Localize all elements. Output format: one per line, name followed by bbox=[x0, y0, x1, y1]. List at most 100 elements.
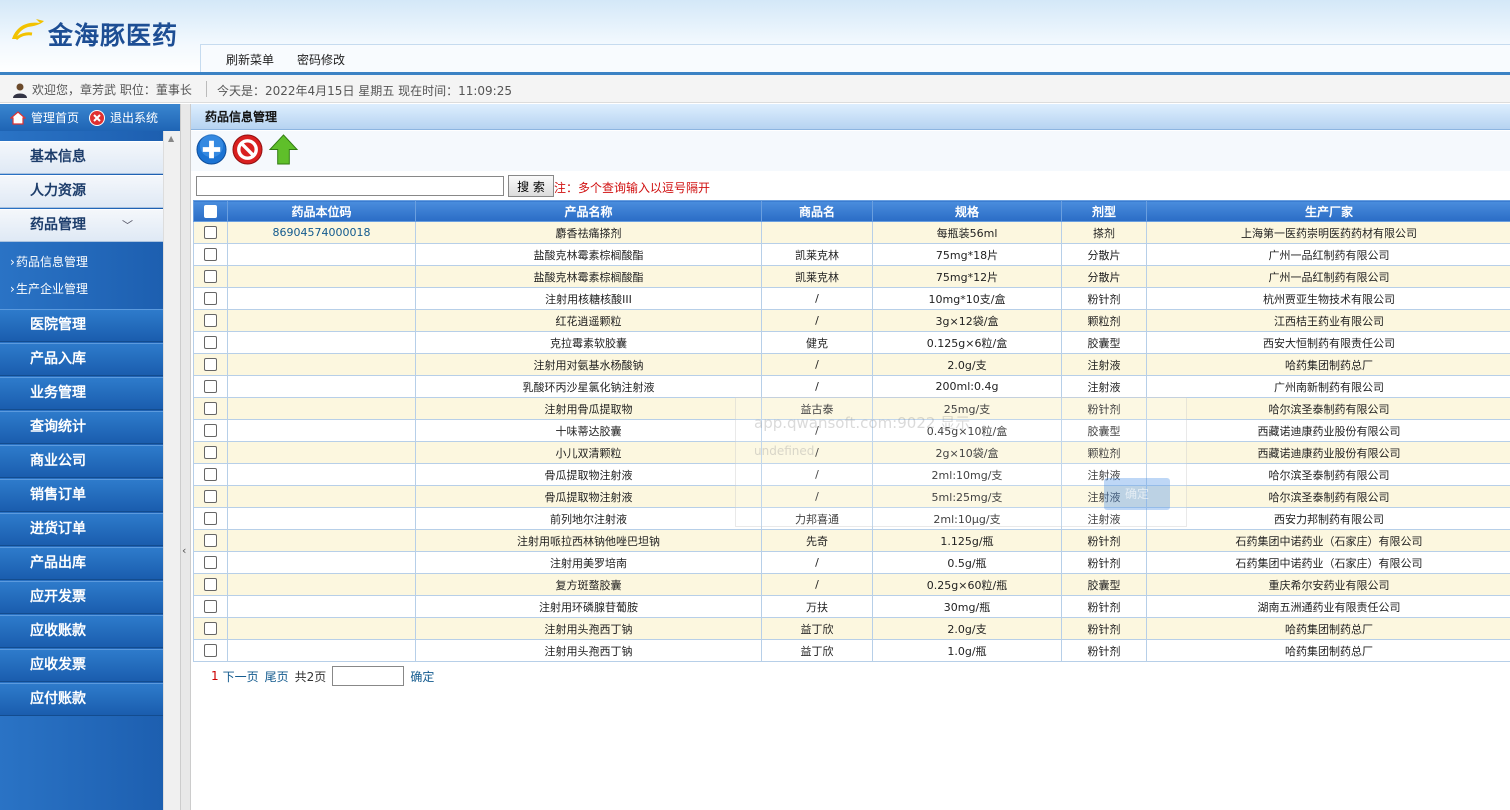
menu-product-outbound[interactable]: 产品出库 bbox=[0, 547, 163, 580]
table-row[interactable]: 注射用头孢西丁钠 益丁欣 1.0g/瓶 粉针剂 哈药集团制药总厂 bbox=[193, 639, 1510, 662]
search-input[interactable] bbox=[196, 176, 504, 196]
datetime-text: 今天是：2022年4月15日 星期五 现在时间：11:09:25 bbox=[217, 84, 512, 98]
table-row[interactable]: 注射用环磷腺苷葡胺 万扶 30mg/瓶 粉针剂 湖南五洲通药业有限责任公司 bbox=[193, 595, 1510, 618]
table-row[interactable]: 克拉霉素软胶囊 健克 0.125g×6粒/盒 胶囊型 西安大恒制药有限责任公司 bbox=[193, 331, 1510, 354]
row-checkbox[interactable] bbox=[204, 490, 217, 504]
cell-spec: 30mg/瓶 bbox=[872, 595, 1062, 618]
menu-invoice-to-issue[interactable]: 应开发票 bbox=[0, 581, 163, 614]
row-select-cell bbox=[193, 287, 228, 310]
cell-drug-code: 86904574000018 bbox=[227, 221, 416, 244]
submenu-drug-info[interactable]: 药品信息管理 bbox=[0, 249, 163, 276]
up-arrow-icon[interactable] bbox=[268, 134, 299, 165]
row-checkbox[interactable] bbox=[204, 468, 217, 482]
cell-manufacturer: 哈尔滨圣泰制药有限公司 bbox=[1146, 485, 1510, 508]
cell-drug-code bbox=[227, 287, 416, 310]
row-checkbox[interactable] bbox=[204, 402, 217, 416]
table-row[interactable]: 注射用哌拉西林钠他唑巴坦钠 先奇 1.125g/瓶 粉针剂 石药集团中诺药业（石家庄）有… bbox=[193, 529, 1510, 552]
row-checkbox[interactable] bbox=[204, 292, 217, 306]
last-page-link[interactable]: 尾页 bbox=[265, 668, 289, 685]
row-checkbox[interactable] bbox=[204, 578, 217, 592]
cell-spec: 0.25g×60粒/瓶 bbox=[872, 573, 1062, 596]
row-checkbox[interactable] bbox=[204, 358, 217, 372]
search-button[interactable]: 搜 索 bbox=[508, 175, 554, 197]
menu-query-stats[interactable]: 查询统计 bbox=[0, 411, 163, 444]
add-icon[interactable] bbox=[196, 134, 227, 165]
table-row[interactable]: 盐酸克林霉素棕榈酸酯 凯莱克林 75mg*12片 分散片 广州一品红制药有限公司 bbox=[193, 265, 1510, 288]
table-row[interactable]: 注射用美罗培南/0.5g/瓶 粉针剂 石药集团中诺药业（石家庄）有限公司 bbox=[193, 551, 1510, 574]
row-checkbox[interactable] bbox=[204, 270, 217, 284]
cell-product-name: 骨瓜提取物注射液 bbox=[415, 463, 762, 486]
row-checkbox[interactable] bbox=[204, 380, 217, 394]
sidebar-scrollbar[interactable]: ▲ bbox=[163, 131, 180, 810]
row-checkbox[interactable] bbox=[204, 512, 217, 526]
row-checkbox[interactable] bbox=[204, 424, 217, 438]
cell-manufacturer: 上海第一医药崇明医药药材有限公司 bbox=[1146, 221, 1510, 244]
cell-brand-name: / bbox=[761, 287, 873, 310]
col-spec[interactable]: 规格 bbox=[872, 200, 1062, 222]
row-select-cell bbox=[193, 353, 228, 376]
col-manufacturer[interactable]: 生产厂家 bbox=[1146, 200, 1510, 222]
table-row[interactable]: 乳酸环丙沙星氯化钠注射液/200ml:0.4g 注射液 广州南新制药有限公司 bbox=[193, 375, 1510, 398]
table-row[interactable]: 注射用对氨基水杨酸钠/2.0g/支 注射液 哈药集团制药总厂 bbox=[193, 353, 1510, 376]
cell-brand-name: 健克 bbox=[761, 331, 873, 354]
change-password-link[interactable]: 密码修改 bbox=[297, 51, 345, 68]
cell-drug-code bbox=[227, 309, 416, 332]
menu-business[interactable]: 业务管理 bbox=[0, 377, 163, 410]
select-all-checkbox[interactable] bbox=[204, 205, 217, 218]
menu-hospital[interactable]: 医院管理 bbox=[0, 309, 163, 342]
table-row[interactable]: 注射用核糖核酸III/10mg*10支/盒 粉针剂 杭州贾亚生物技术有限公司 bbox=[193, 287, 1510, 310]
page-jump-confirm[interactable]: 确定 bbox=[410, 668, 434, 685]
cell-manufacturer: 西藏诺迪康药业股份有限公司 bbox=[1146, 441, 1510, 464]
table-row[interactable]: 86904574000018 麝香祛痛搽剂 每瓶装56ml 搽剂 上海第一医药崇明医药药… bbox=[193, 221, 1510, 244]
col-dosage-form[interactable]: 剂型 bbox=[1061, 200, 1147, 222]
refresh-menu-link[interactable]: 刷新菜单 bbox=[226, 51, 274, 68]
menu-drug-management[interactable]: 药品管理 ﹀ bbox=[0, 209, 163, 242]
scroll-up-icon[interactable]: ▲ bbox=[168, 134, 174, 143]
submenu-manufacturer[interactable]: 生产企业管理 bbox=[0, 276, 163, 303]
menu-human-resources[interactable]: 人力资源 bbox=[0, 175, 163, 208]
col-product-name[interactable]: 产品名称 bbox=[415, 200, 762, 222]
cell-product-name: 注射用核糖核酸III bbox=[415, 287, 762, 310]
menu-basic-info[interactable]: 基本信息 bbox=[0, 141, 163, 174]
collapse-arrow-icon[interactable]: ‹ bbox=[182, 544, 186, 557]
row-checkbox[interactable] bbox=[204, 644, 217, 658]
delete-icon[interactable] bbox=[232, 134, 263, 165]
row-checkbox[interactable] bbox=[204, 314, 217, 328]
logout-link[interactable]: 退出系统 bbox=[89, 109, 158, 126]
table-row[interactable]: 复方斑蝥胶囊/0.25g×60粒/瓶 胶囊型 重庆希尔安药业有限公司 bbox=[193, 573, 1510, 596]
cell-manufacturer: 杭州贾亚生物技术有限公司 bbox=[1146, 287, 1510, 310]
logout-link-label: 退出系统 bbox=[110, 111, 159, 125]
page-jump-input[interactable] bbox=[332, 666, 405, 686]
menu-accounts-receivable[interactable]: 应收账款 bbox=[0, 615, 163, 648]
row-checkbox[interactable] bbox=[204, 534, 217, 548]
table-row[interactable]: 盐酸克林霉素棕榈酸酯 凯莱克林 75mg*18片 分散片 广州一品红制药有限公司 bbox=[193, 243, 1510, 266]
table-row[interactable]: 注射用头孢西丁钠 益丁欣 2.0g/支 粉针剂 哈药集团制药总厂 bbox=[193, 617, 1510, 640]
cell-dosage-form: 搽剂 bbox=[1061, 221, 1147, 244]
row-checkbox[interactable] bbox=[204, 248, 217, 262]
cell-product-name: 十味蒂达胶囊 bbox=[415, 419, 762, 442]
menu-product-inbound[interactable]: 产品入库 bbox=[0, 343, 163, 376]
cell-spec: 每瓶装56ml bbox=[872, 221, 1062, 244]
row-checkbox[interactable] bbox=[204, 336, 217, 350]
menu-commercial-company[interactable]: 商业公司 bbox=[0, 445, 163, 478]
col-drug-code[interactable]: 药品本位码 bbox=[227, 200, 416, 222]
menu-accounts-payable[interactable]: 应付账款 bbox=[0, 683, 163, 716]
row-checkbox[interactable] bbox=[204, 556, 217, 570]
panel-splitter[interactable]: ‹ bbox=[180, 104, 191, 810]
row-checkbox[interactable] bbox=[204, 226, 217, 240]
col-brand-name[interactable]: 商品名 bbox=[761, 200, 873, 222]
cell-dosage-form: 粉针剂 bbox=[1061, 639, 1147, 662]
menu-invoice-receivable[interactable]: 应收发票 bbox=[0, 649, 163, 682]
row-checkbox[interactable] bbox=[204, 600, 217, 614]
menu-sales-order[interactable]: 销售订单 bbox=[0, 479, 163, 512]
cell-product-name: 注射用美罗培南 bbox=[415, 551, 762, 574]
row-checkbox[interactable] bbox=[204, 622, 217, 636]
home-link[interactable]: 管理首页 bbox=[10, 109, 79, 126]
next-page-link[interactable]: 下一页 bbox=[223, 668, 259, 685]
menu-purchase-order[interactable]: 进货订单 bbox=[0, 513, 163, 546]
dialog-ok-button[interactable]: 确定 bbox=[1104, 478, 1170, 510]
row-checkbox[interactable] bbox=[204, 446, 217, 460]
table-row[interactable]: 红花逍遥颗粒/3g×12袋/盒 颗粒剂 江西桔王药业有限公司 bbox=[193, 309, 1510, 332]
cell-drug-code bbox=[227, 463, 416, 486]
table-header-row: 药品本位码 产品名称 商品名 规格 剂型 生产厂家 bbox=[193, 200, 1510, 222]
